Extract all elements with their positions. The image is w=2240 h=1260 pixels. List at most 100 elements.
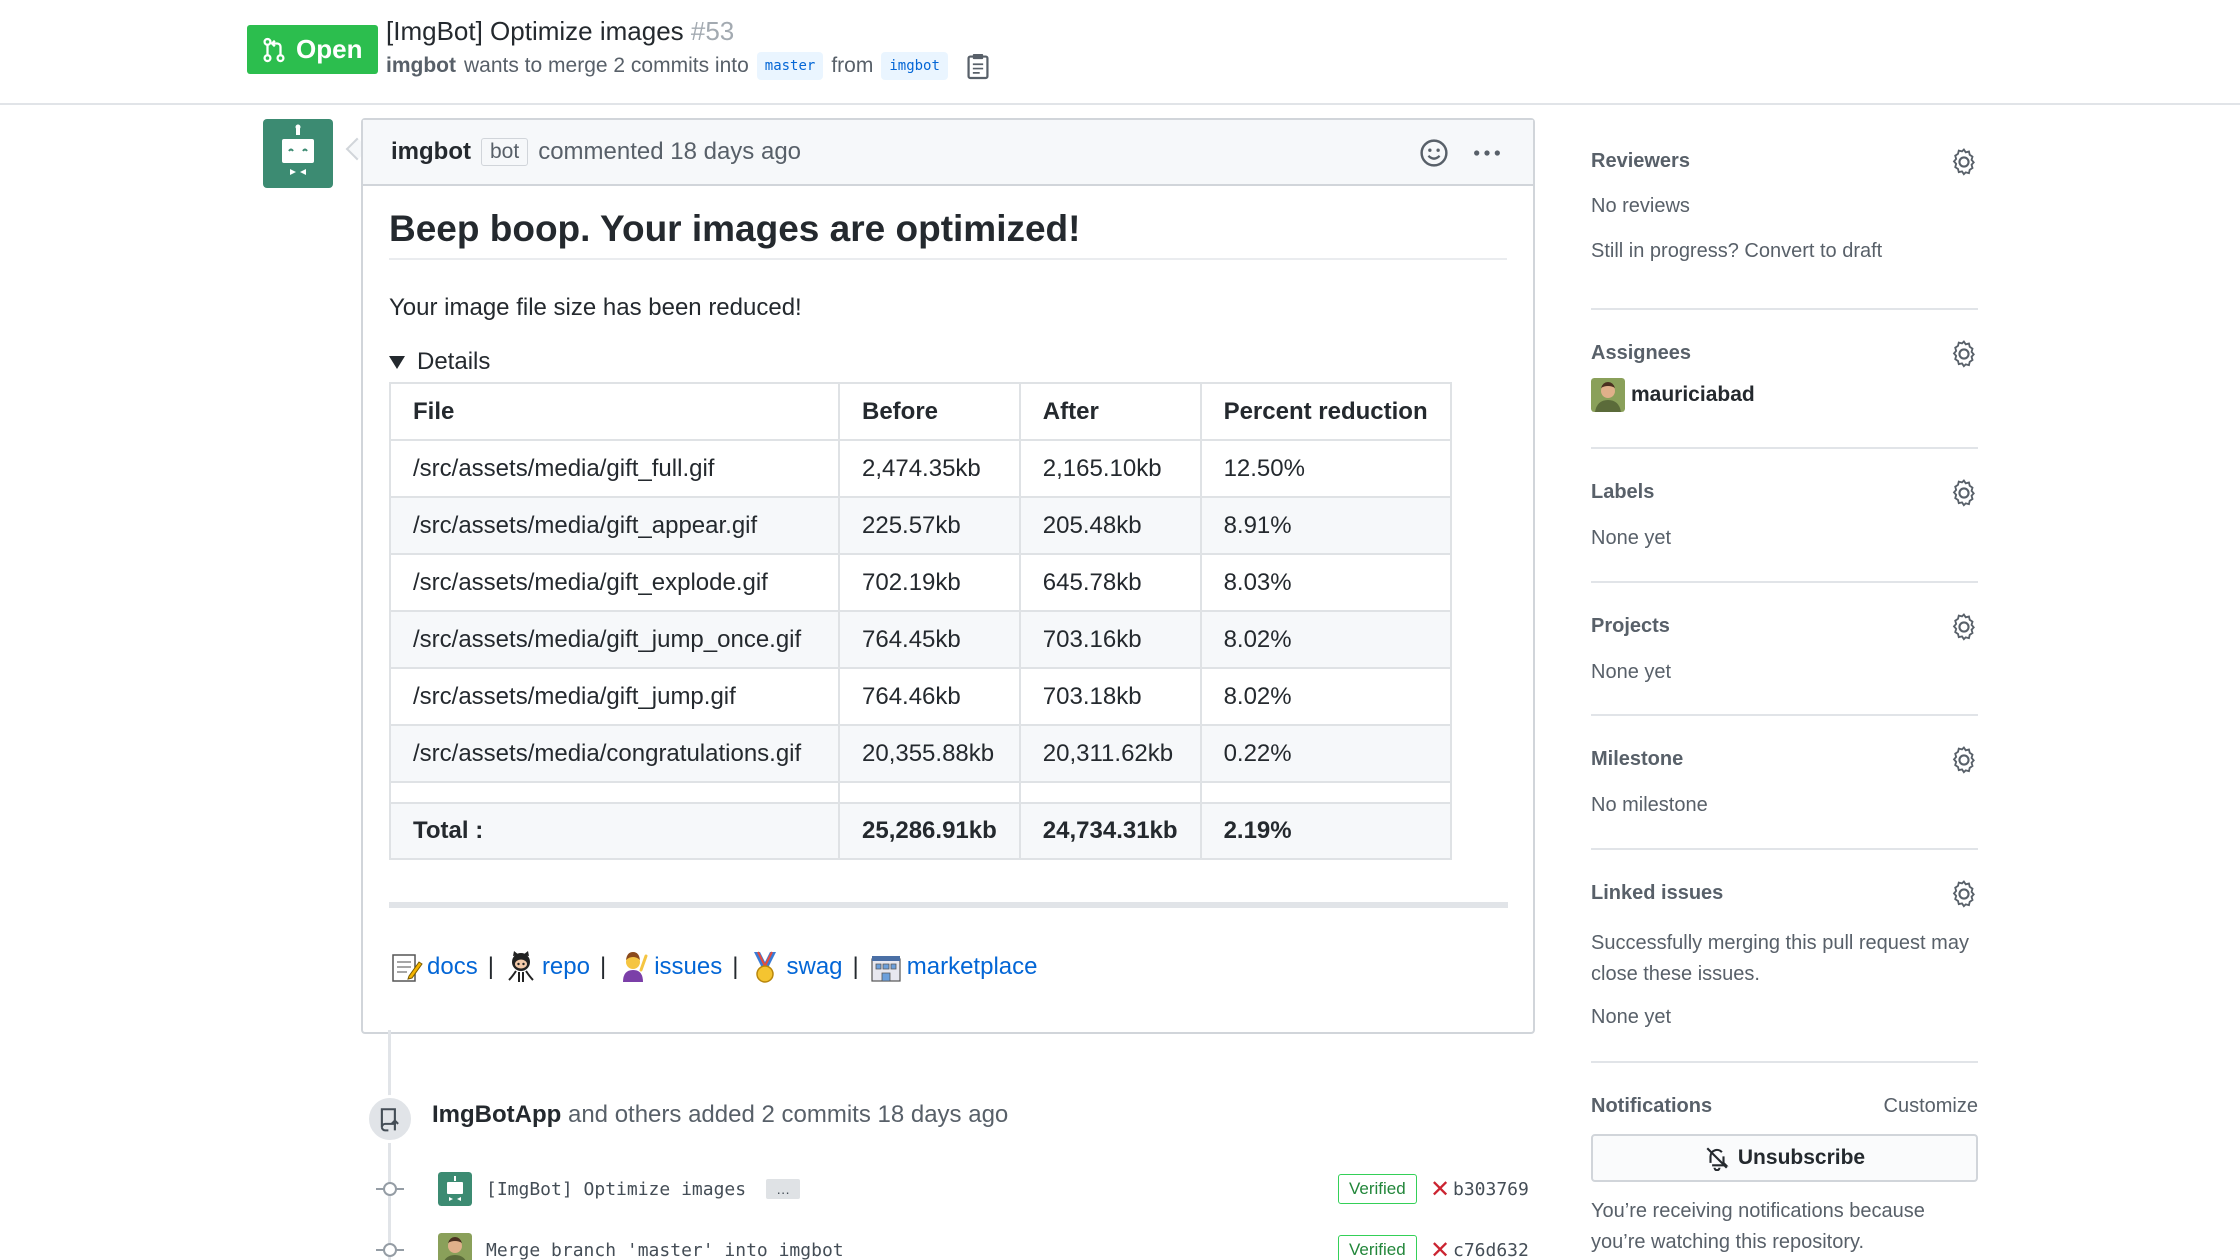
- event-actor[interactable]: ImgBotApp: [432, 1101, 561, 1128]
- assignee-item[interactable]: mauriciabad: [1591, 378, 1755, 412]
- details-toggle[interactable]: Details: [389, 348, 1507, 376]
- event-description: and others added 2 commits 18 days ago: [567, 1101, 1009, 1128]
- clipboard-icon[interactable]: [966, 52, 990, 80]
- user-commit-avatar[interactable]: [438, 1233, 472, 1260]
- table-header: File: [389, 382, 840, 441]
- notifications-title: Notifications: [1591, 1095, 1713, 1117]
- assignees-title[interactable]: Assignees: [1591, 342, 1691, 365]
- repo-push-icon: [380, 1108, 399, 1132]
- commit-row: Merge branch 'master' into imgbot Verifi…: [376, 1233, 1536, 1260]
- gear-icon[interactable]: [1950, 340, 1978, 368]
- medal-icon: [754, 951, 777, 983]
- bot-comment: imgbot bot commented 18 days ago Beep bo…: [361, 118, 1535, 1034]
- pr-sidebar: Reviewers No reviews Still in progress? …: [1591, 134, 1978, 1260]
- base-branch[interactable]: master: [756, 52, 824, 80]
- labels-value: None yet: [1591, 527, 1672, 549]
- table-cell: /src/assets/media/gift_explode.gif: [389, 553, 840, 612]
- milestone-value: No milestone: [1591, 794, 1708, 816]
- assignee-name: mauriciabad: [1631, 383, 1755, 406]
- commit-node-icon: [376, 1243, 404, 1257]
- gear-icon[interactable]: [1950, 613, 1978, 641]
- linked-issues-title[interactable]: Linked issues: [1591, 882, 1723, 905]
- x-fail-icon[interactable]: ✕: [1430, 1236, 1450, 1260]
- imgbot-footer-links: docs | repo | issues | swag | marketplac…: [389, 950, 1507, 984]
- x-fail-icon[interactable]: ✕: [1430, 1175, 1450, 1204]
- pr-number: #53: [690, 16, 735, 46]
- table-cell: 20,355.88kb: [838, 724, 1021, 783]
- link-separator: |: [852, 953, 859, 980]
- pr-title: [ImgBot] Optimize images #53: [386, 16, 734, 47]
- projects-title[interactable]: Projects: [1591, 615, 1670, 638]
- robot-icon: [282, 124, 314, 175]
- issues-link-label: issues: [654, 953, 723, 980]
- pr-meta-text: wants to merge 2 commits into: [463, 54, 749, 77]
- pr-author-link[interactable]: imgbot: [386, 54, 456, 78]
- table-cell: [389, 781, 840, 804]
- table-cell: /src/assets/media/gift_appear.gif: [389, 496, 840, 555]
- unsubscribe-label: Unsubscribe: [1737, 1146, 1866, 1169]
- commit-message[interactable]: Merge branch 'master' into imgbot: [486, 1240, 844, 1260]
- table-cell: 8.03%: [1199, 553, 1452, 612]
- imgbot-commit-avatar[interactable]: [438, 1172, 472, 1206]
- gear-icon[interactable]: [1950, 479, 1978, 507]
- commit-sha[interactable]: c76d632: [1453, 1240, 1529, 1260]
- table-row: /src/assets/media/gift_full.gif 2,474.35…: [389, 439, 1452, 498]
- comment-paragraph: Your image file size has been reduced!: [389, 294, 802, 321]
- table-cell: 2.19%: [1199, 802, 1452, 860]
- memo-icon: [392, 954, 423, 982]
- table-cell: 8.02%: [1199, 667, 1452, 726]
- divider: [389, 902, 1508, 908]
- reviewers-title[interactable]: Reviewers: [1591, 150, 1690, 173]
- docs-link[interactable]: docs: [389, 950, 478, 984]
- table-cell: 764.46kb: [838, 667, 1021, 726]
- gear-icon[interactable]: [1950, 880, 1978, 908]
- imgbot-avatar[interactable]: [263, 119, 333, 188]
- pr-meta: imgbot wants to merge 2 commits into mas…: [386, 52, 990, 80]
- pr-state-badge: Open: [247, 25, 379, 74]
- customize-notifications-link[interactable]: Customize: [1884, 1095, 1978, 1118]
- comment-timestamp[interactable]: commented 18 days ago: [538, 138, 801, 166]
- head-branch[interactable]: imgbot: [881, 52, 948, 80]
- gear-icon[interactable]: [1950, 746, 1978, 774]
- table-cell: 8.91%: [1199, 496, 1452, 555]
- table-cell: 2,165.10kb: [1018, 439, 1202, 498]
- commit-sha[interactable]: b303769: [1453, 1179, 1529, 1200]
- notifications-reason: You’re receiving notifications because y…: [1591, 1200, 1925, 1253]
- kebab-horizontal-icon[interactable]: [1471, 138, 1503, 168]
- swag-link-label: swag: [786, 953, 843, 980]
- linked-issues-section: Linked issues Successfully merging this …: [1591, 850, 1978, 1063]
- table-cell: 0.22%: [1199, 724, 1452, 783]
- table-header-row: File Before After Percent reduction: [389, 382, 1452, 441]
- linked-issues-description: Successfully merging this pull request m…: [1591, 932, 1969, 985]
- expand-commit-button[interactable]: …: [766, 1179, 801, 1199]
- labels-title[interactable]: Labels: [1591, 481, 1654, 504]
- comment-author[interactable]: imgbot: [391, 138, 471, 166]
- table-cell: [1199, 781, 1452, 804]
- pr-header: Open [ImgBot] Optimize images #53 imgbot…: [0, 0, 2240, 105]
- milestone-title[interactable]: Milestone: [1591, 748, 1683, 771]
- table-cell: 24,734.31kb: [1018, 802, 1202, 860]
- repo-link[interactable]: repo: [504, 950, 590, 984]
- issues-link[interactable]: issues: [616, 950, 722, 984]
- unsubscribe-button[interactable]: Unsubscribe: [1591, 1134, 1978, 1182]
- gear-icon[interactable]: [1950, 148, 1978, 176]
- table-cell: 764.45kb: [838, 610, 1021, 669]
- table-cell: 225.57kb: [838, 496, 1021, 555]
- table-cell: /src/assets/media/congratulations.gif: [389, 724, 840, 783]
- assignees-section: Assignees mauriciabad: [1591, 310, 1978, 449]
- verified-badge[interactable]: Verified: [1338, 1235, 1417, 1260]
- marketplace-link[interactable]: marketplace: [869, 950, 1037, 984]
- verified-badge[interactable]: Verified: [1338, 1174, 1417, 1204]
- smiley-icon[interactable]: [1419, 138, 1449, 168]
- details-label: Details: [417, 348, 491, 375]
- milestone-section: Milestone No milestone: [1591, 716, 1978, 850]
- table-cell: [838, 781, 1021, 804]
- department-store-icon: [871, 956, 901, 982]
- docs-link-label: docs: [427, 953, 478, 980]
- avatar: [1591, 378, 1625, 412]
- commit-message[interactable]: [ImgBot] Optimize images: [486, 1179, 746, 1200]
- swag-link[interactable]: swag: [748, 950, 843, 984]
- projects-section: Projects None yet: [1591, 583, 1978, 716]
- table-cell: 205.48kb: [1018, 496, 1202, 555]
- convert-to-draft-link[interactable]: Still in progress? Convert to draft: [1591, 240, 1882, 263]
